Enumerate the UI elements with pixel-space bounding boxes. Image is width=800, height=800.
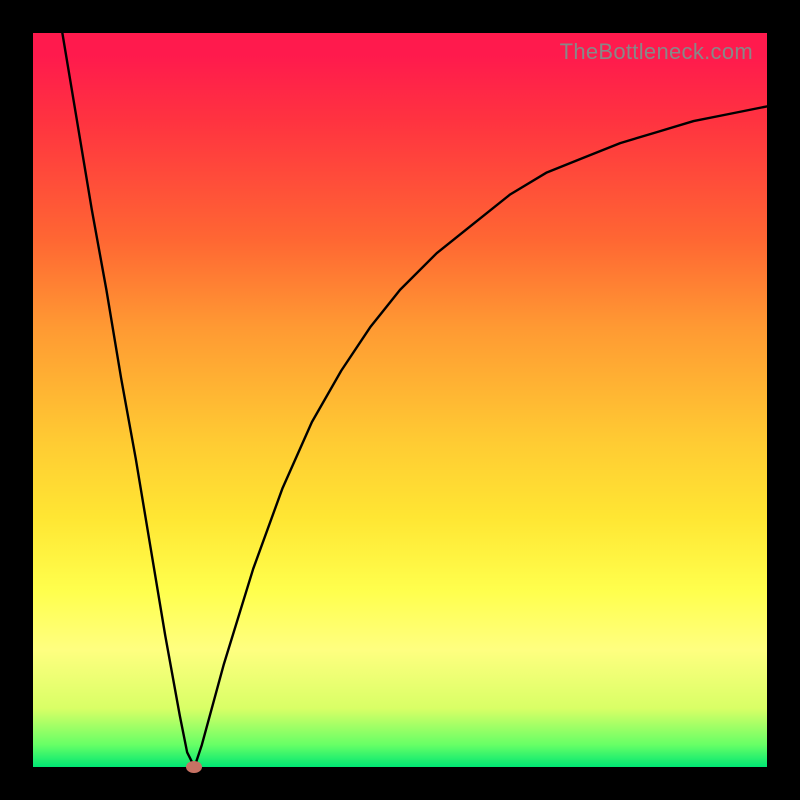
chart-plot-area: TheBottleneck.com <box>33 33 767 767</box>
chart-curve <box>33 33 767 767</box>
chart-container: TheBottleneck.com <box>0 0 800 800</box>
chart-marker <box>186 761 202 773</box>
